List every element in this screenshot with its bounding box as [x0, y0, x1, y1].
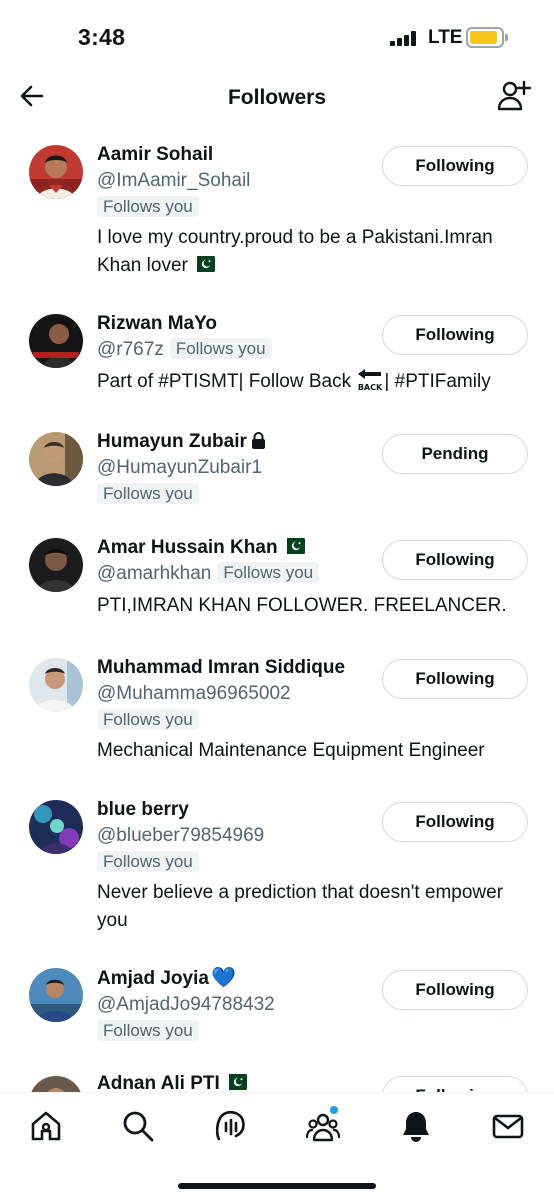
pending-button[interactable]: Pending [382, 434, 528, 474]
svg-text:BACK: BACK [358, 383, 383, 392]
bio-text: I love my country.proud to be a Pakistan… [97, 227, 493, 276]
notification-dot [330, 1106, 338, 1114]
back-arrow-emoji-icon: BACK [356, 368, 384, 392]
signal-icon [390, 31, 418, 46]
bio: PTI,IMRAN KHAN FOLLOWER. FREELANCER. [97, 595, 507, 616]
avatar[interactable] [29, 968, 83, 1022]
search-icon[interactable] [121, 1109, 155, 1143]
following-button[interactable]: Following [382, 659, 528, 699]
lock-icon [251, 432, 265, 449]
following-button[interactable]: Following [382, 315, 528, 355]
notifications-icon[interactable] [399, 1109, 433, 1143]
follower-row[interactable]: Humayun Zubair @HumayunZubair1 Follows y… [0, 418, 554, 518]
follower-row[interactable]: Aamir Sohail @ImAamir_Sohail Follows you… [0, 130, 554, 292]
battery-icon [466, 27, 508, 48]
bio: Never believe a prediction that doesn't … [97, 882, 504, 931]
add-user-icon[interactable] [497, 80, 531, 112]
pakistan-flag-icon [222, 1074, 247, 1090]
follower-row[interactable]: blue berry @blueber79854969 Follows you … [0, 786, 554, 952]
username[interactable]: @r767z [97, 339, 164, 360]
following-button[interactable]: Following [382, 970, 528, 1010]
follower-row[interactable]: Amjad Joyia 💙 @AmjadJo94788432 Follows yo… [0, 956, 554, 1066]
spaces-icon[interactable] [214, 1109, 248, 1143]
display-name[interactable]: Amar Hussain Khan [97, 537, 278, 558]
bio: I love my country.proud to be a Pakistan… [97, 224, 528, 280]
status-time: 3:48 [78, 24, 126, 50]
username[interactable]: @amarhkhan [97, 563, 211, 584]
follows-you-badge: Follows you [97, 851, 199, 872]
following-button[interactable]: Following [382, 540, 528, 580]
follows-you-badge: Follows you [97, 196, 199, 217]
follows-you-badge: Follows you [97, 483, 199, 504]
follower-row[interactable]: Rizwan MaYo @r767z Follows you Part of #P… [0, 300, 554, 410]
follower-row[interactable]: Adnan Ali PTI Following [0, 1066, 554, 1092]
avatar[interactable] [29, 1076, 83, 1092]
following-button[interactable]: Following [382, 802, 528, 842]
display-name[interactable]: Adnan Ali PTI [97, 1073, 220, 1092]
following-button[interactable]: Following [382, 146, 528, 186]
display-name[interactable]: Humayun Zubair [97, 431, 247, 452]
avatar[interactable] [29, 432, 83, 486]
header: Followers [0, 76, 554, 120]
page-title: Followers [227, 86, 327, 109]
avatar[interactable] [29, 800, 83, 854]
bio-text: Part of #PTISMT| Follow Back [97, 371, 352, 392]
communities-icon[interactable] [306, 1109, 340, 1143]
pakistan-flag-icon [190, 256, 215, 272]
display-name[interactable]: Amjad Joyia [97, 968, 209, 989]
follows-you-badge: Follows you [97, 709, 199, 730]
pakistan-flag-icon [280, 538, 305, 554]
network-label: LTE [428, 27, 463, 48]
home-indicator[interactable] [178, 1183, 376, 1189]
messages-icon[interactable] [491, 1109, 525, 1143]
bio: Mechanical Maintenance Equipment Enginee… [97, 740, 485, 761]
followers-list: Aamir Sohail @ImAamir_Sohail Follows you… [0, 130, 554, 1092]
follows-you-badge: Follows you [169, 338, 272, 359]
bio: Part of #PTISMT| Follow Back BACK | #PTIF… [97, 368, 528, 396]
avatar[interactable] [29, 314, 83, 368]
follows-you-badge: Follows you [97, 1020, 199, 1041]
status-bar: 3:48 LTE [0, 0, 554, 76]
home-icon[interactable] [29, 1109, 63, 1143]
following-button[interactable]: Following [382, 1076, 528, 1092]
follower-row[interactable]: Amar Hussain Khan @amarhkhan Follows you … [0, 524, 554, 638]
avatar[interactable] [29, 145, 83, 199]
avatar[interactable] [29, 658, 83, 712]
bio-text: | #PTIFamily [384, 371, 491, 392]
blue-heart-icon: 💙 [210, 967, 236, 989]
avatar[interactable] [29, 538, 83, 592]
follows-you-badge: Follows you [217, 562, 320, 583]
follower-row[interactable]: Muhammad Imran Siddique @Muhamma96965002… [0, 644, 554, 784]
